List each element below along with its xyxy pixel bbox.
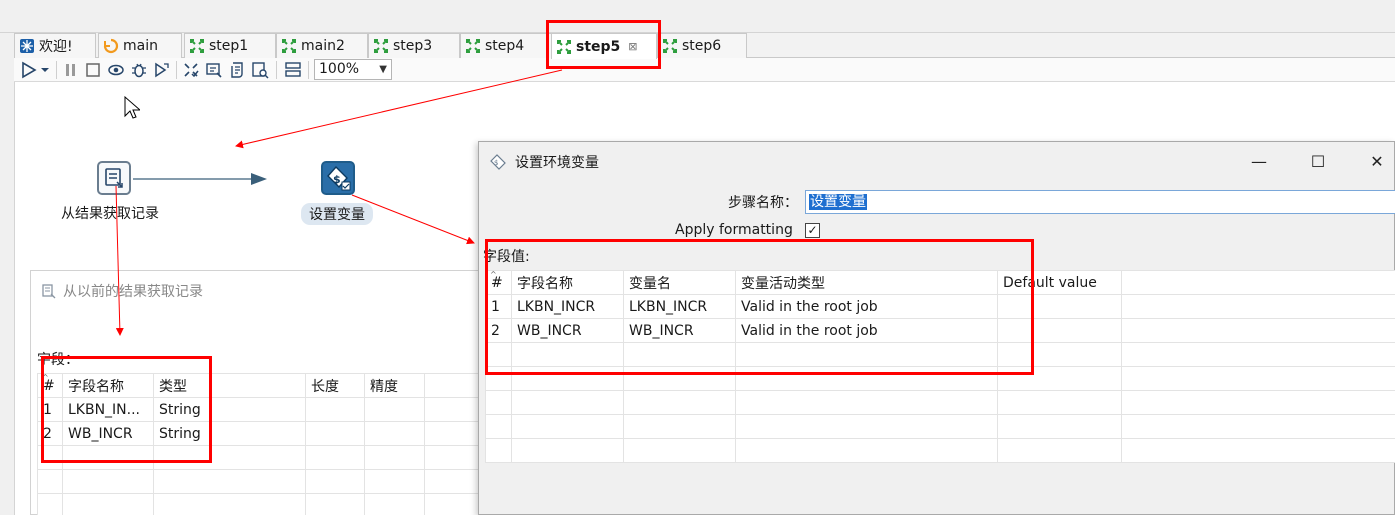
- tab-welcome[interactable]: 欢迎!: [14, 33, 96, 58]
- zoom-value: 100%: [319, 61, 360, 77]
- set-variables-icon: $: [490, 154, 506, 170]
- step-node-set-variables[interactable]: $: [321, 161, 355, 195]
- length-cell[interactable]: [305, 421, 365, 446]
- replay-icon[interactable]: [152, 61, 170, 79]
- precision-cell[interactable]: [364, 397, 425, 422]
- step-name-input[interactable]: 设置变量: [805, 190, 1395, 214]
- transformation-icon: [663, 39, 677, 53]
- transformation-toolbar: 100% ▼: [14, 58, 1395, 82]
- toolbar-separator: [276, 61, 277, 79]
- tab-label: step6: [682, 38, 722, 54]
- chevron-down-icon: ▼: [379, 64, 387, 75]
- column-header: [1121, 270, 1395, 295]
- maximize-button[interactable]: ☐: [1306, 150, 1330, 174]
- toolbar-separator: [56, 61, 57, 79]
- tab-label: step3: [393, 38, 433, 54]
- tab-label: step4: [485, 38, 525, 54]
- toolbar-separator: [176, 61, 177, 79]
- show-results-icon[interactable]: [284, 61, 302, 79]
- tab-label: 欢迎!: [39, 39, 73, 55]
- get-rows-from-result-icon: [105, 168, 123, 188]
- tab-label: step1: [209, 38, 249, 54]
- top-band: [0, 0, 1395, 33]
- tab-main[interactable]: main: [98, 33, 182, 58]
- impact-icon[interactable]: [205, 61, 223, 79]
- get-rows-from-result-icon: [42, 284, 56, 299]
- table-row: [485, 438, 1395, 463]
- transformation-icon: [282, 39, 296, 53]
- welcome-icon: [20, 39, 34, 53]
- tab-step6[interactable]: step6: [657, 33, 747, 58]
- table-row: [485, 414, 1395, 439]
- set-variables-icon: $: [327, 165, 351, 191]
- column-header[interactable]: 长度: [305, 373, 365, 398]
- tab-close-icon[interactable]: ⊠: [628, 40, 637, 53]
- step-label-get-rows: 从结果获取记录: [61, 206, 159, 222]
- explore-db-icon[interactable]: [251, 61, 269, 79]
- preview-icon[interactable]: [107, 61, 125, 79]
- dialog-title: 设置环境变量: [515, 155, 599, 171]
- tab-step3[interactable]: step3: [368, 33, 460, 58]
- transformation-icon: [466, 39, 480, 53]
- toolbar-separator: [308, 61, 309, 79]
- apply-formatting-checkbox[interactable]: ✓: [805, 223, 820, 238]
- stop-icon[interactable]: [84, 61, 102, 79]
- svg-text:$: $: [333, 173, 341, 186]
- table-row: [37, 469, 492, 494]
- step-label-set-variables: 设置变量: [301, 203, 373, 225]
- tab-label: main: [123, 38, 158, 54]
- get-rows-dialog-title: 从以前的结果获取记录: [41, 281, 203, 301]
- tab-step1[interactable]: step1: [184, 33, 276, 58]
- table-row: [485, 390, 1395, 415]
- job-icon: [103, 38, 119, 54]
- mouse-cursor-icon: [124, 96, 140, 119]
- step-name-label: 步骤名称：: [728, 195, 798, 211]
- transformation-icon: [557, 39, 571, 54]
- annotation-box-left-table: [41, 356, 212, 463]
- column-header[interactable]: 精度: [364, 373, 425, 398]
- tab-label: step5: [576, 38, 621, 55]
- debug-icon[interactable]: [130, 61, 148, 79]
- length-cell[interactable]: [305, 397, 365, 422]
- table-row: [37, 493, 492, 515]
- close-button[interactable]: ✕: [1365, 150, 1389, 174]
- tab-step4[interactable]: step4: [460, 33, 552, 58]
- dialog-title-bar: $ 设置环境变量: [489, 152, 599, 172]
- sql-icon[interactable]: [228, 61, 246, 79]
- pause-icon[interactable]: [62, 61, 80, 79]
- tab-main2[interactable]: main2: [276, 33, 368, 58]
- transformation-icon: [190, 39, 204, 53]
- zoom-select[interactable]: 100% ▼: [314, 59, 392, 80]
- apply-formatting-label: Apply formatting: [675, 222, 793, 238]
- run-icon[interactable]: [20, 61, 38, 79]
- step-node-get-rows[interactable]: [97, 161, 131, 195]
- run-dropdown-icon[interactable]: [40, 61, 50, 79]
- svg-text:$: $: [494, 159, 498, 167]
- tab-step5[interactable]: step5 ⊠: [551, 33, 657, 59]
- transformation-icon: [374, 39, 388, 53]
- annotation-box-dialog-table: [485, 239, 1034, 375]
- verify-icon[interactable]: [182, 61, 200, 79]
- precision-cell[interactable]: [364, 421, 425, 446]
- editor-tab-bar: 欢迎! main step1 main2 step3 step4 step5 ⊠…: [14, 33, 1395, 59]
- tab-label: main2: [301, 38, 345, 54]
- minimize-button[interactable]: —: [1247, 150, 1271, 174]
